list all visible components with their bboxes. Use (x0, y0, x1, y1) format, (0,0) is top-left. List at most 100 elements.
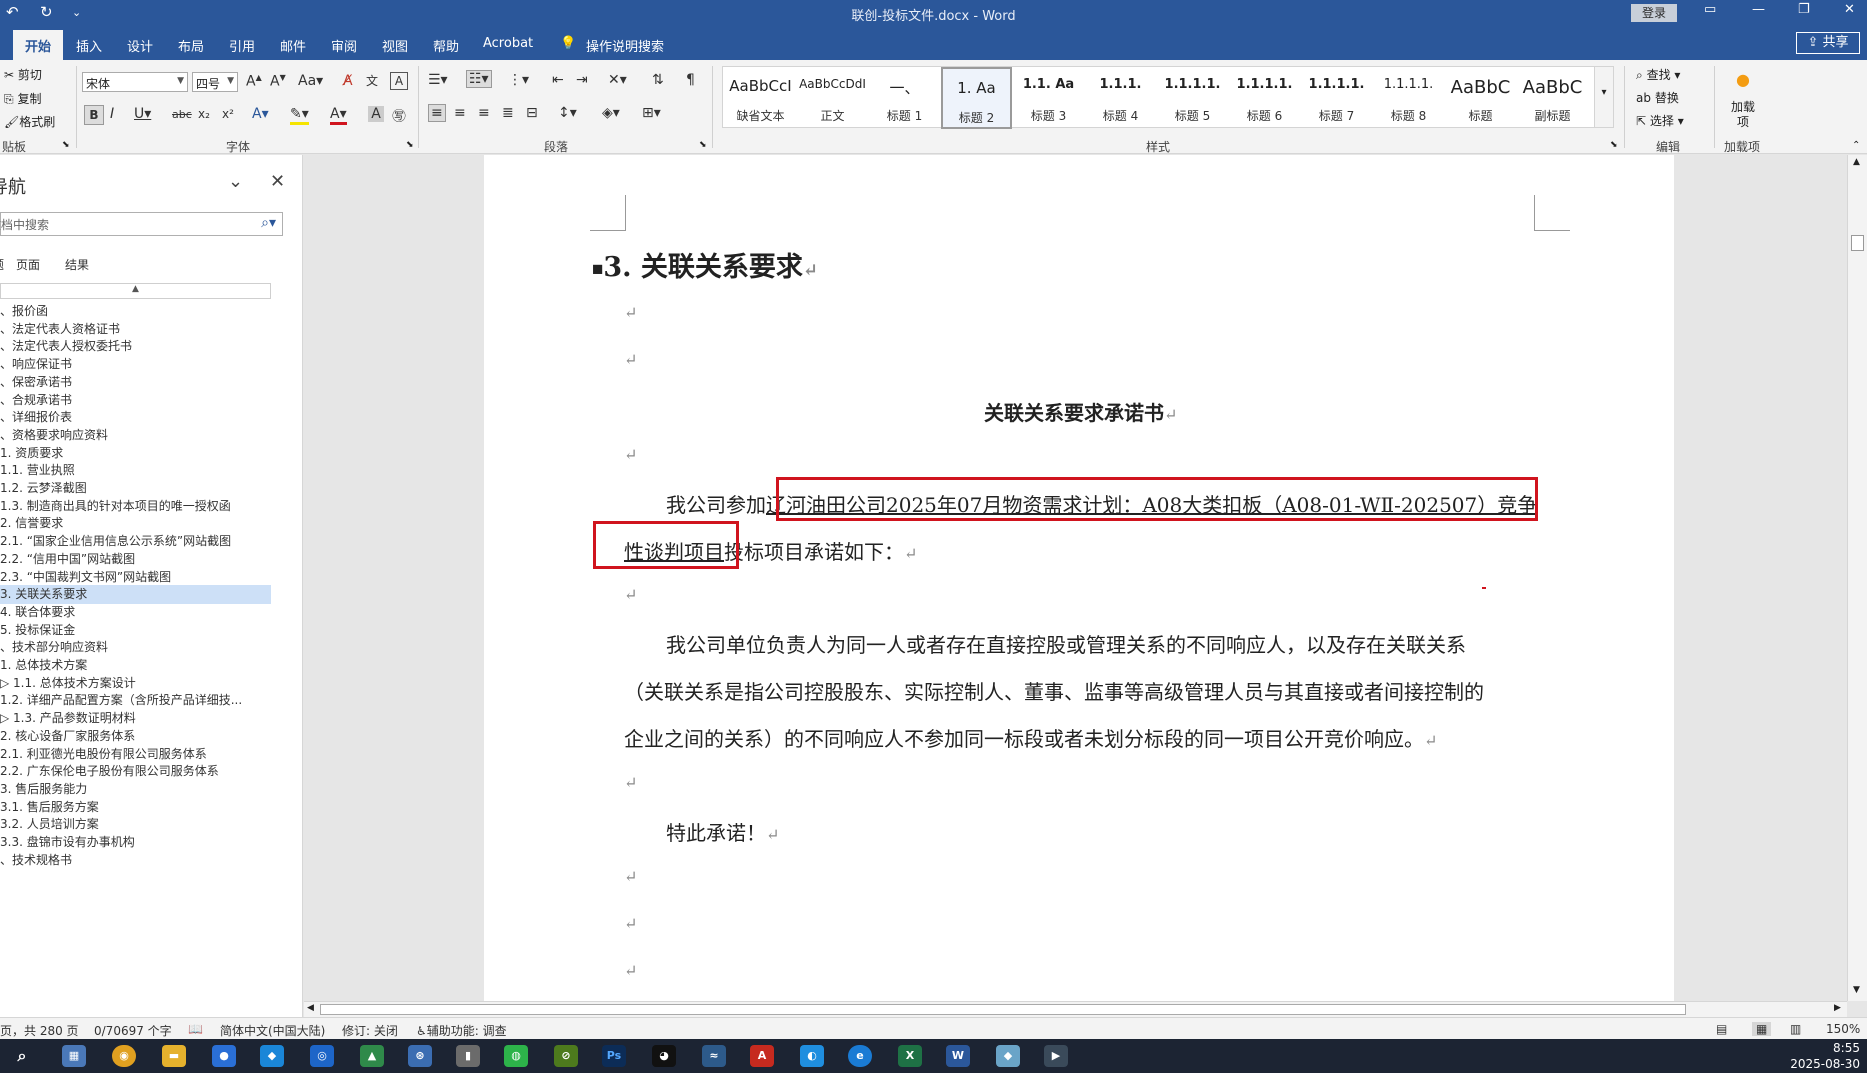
close-window-icon[interactable]: ✕ (1844, 2, 1855, 17)
vpn-icon[interactable]: ⊛ (408, 1045, 432, 1067)
align-left-icon[interactable]: ≡ (428, 104, 446, 122)
app-icon[interactable]: ▲ (360, 1045, 384, 1067)
photoshop-icon[interactable]: Ps (602, 1045, 626, 1067)
nav-heading-item[interactable]: 1.2. 云梦泽截图 (0, 479, 271, 498)
justify-icon[interactable]: ≣ (502, 105, 514, 121)
numbering-icon[interactable]: ☷▾ (466, 70, 492, 88)
style-default-text[interactable]: AaBbCcI 缺省文本 (725, 67, 796, 129)
nav-heading-item[interactable]: 2.2. “信用中国”网站截图 (0, 550, 271, 569)
nav-heading-item[interactable]: 、法定代表人授权委托书 (0, 337, 271, 356)
nav-heading-item[interactable]: 2. 核心设备厂家服务体系 (0, 727, 271, 746)
styles-more-icon[interactable]: ▾ (1594, 66, 1614, 128)
chevron-down-icon[interactable]: ⌄ (228, 171, 243, 192)
style-heading-3[interactable]: 1.1. Aa 标题 3 (1013, 67, 1084, 129)
app-icon[interactable]: ◆ (996, 1045, 1020, 1067)
restore-icon[interactable]: ❐ (1798, 2, 1810, 17)
language[interactable]: 简体中文(中国大陆) (220, 1022, 325, 1039)
tell-me-search[interactable]: 操作说明搜索 (586, 36, 664, 55)
nav-heading-item[interactable]: 2.3. “中国裁判文书网”网站截图 (0, 568, 271, 587)
excel-icon[interactable]: X (898, 1045, 922, 1067)
app-icon[interactable]: ⊘ (554, 1045, 578, 1067)
tab-insert[interactable]: 插入 (76, 36, 102, 55)
nav-heading-item[interactable]: 3.3. 盘锦市设有办事机构 (0, 833, 271, 852)
copy-button[interactable]: ⎘ 复制 (4, 90, 41, 107)
font-size-combo[interactable]: 四号 ▼ (192, 72, 238, 92)
line-spacing-icon[interactable]: ↕▾ (558, 105, 577, 121)
nav-tab-results[interactable]: 结果 (65, 256, 89, 273)
nav-heading-item[interactable]: 2. 信誉要求 (0, 514, 271, 533)
select-button[interactable]: ⇱ 选择 ▾ (1636, 112, 1684, 129)
track-changes-status[interactable]: 修订: 关闭 (342, 1022, 398, 1039)
scroll-left-icon[interactable]: ◀ (307, 1003, 314, 1013)
horizontal-scrollbar[interactable]: ◀ ▶ (304, 1001, 1847, 1017)
style-heading-1[interactable]: 一、 标题 1 (869, 67, 940, 129)
subscript-icon[interactable]: x₂ (198, 107, 210, 121)
accessibility-status[interactable]: ♿辅助功能: 调查 (416, 1022, 507, 1039)
addins-button-label[interactable]: 加载项 (1730, 100, 1756, 130)
nav-heading-item[interactable]: 1. 资质要求 (0, 444, 271, 463)
nav-heading-item[interactable]: 2.1. 利亚德光电股份有限公司服务体系 (0, 745, 271, 764)
edge-icon[interactable]: e (848, 1045, 872, 1067)
style-heading-8[interactable]: 1.1.1.1. 标题 8 (1373, 67, 1444, 129)
sort-icon[interactable]: ⇅ (652, 72, 664, 88)
strikethrough-icon[interactable]: abc (172, 108, 192, 121)
bold-icon[interactable]: B (84, 105, 104, 125)
tab-design[interactable]: 设计 (127, 36, 153, 55)
nav-heading-item[interactable]: 2.2. 广东保伦电子股份有限公司服务体系 (0, 762, 271, 781)
align-right-icon[interactable]: ≡ (478, 105, 490, 121)
style-heading-7[interactable]: 1.1.1.1. 标题 7 (1301, 67, 1372, 129)
cut-button[interactable]: ✂ 剪切 (4, 66, 42, 83)
nav-collapse-all-icon[interactable]: ▲ (0, 283, 271, 299)
nav-search-input[interactable]: 在文档中搜索 ⌕▾ (0, 212, 283, 236)
enclose-characters-icon[interactable]: ㊢ (392, 106, 406, 126)
multilevel-list-icon[interactable]: ⋮▾ (508, 72, 529, 88)
print-layout-icon[interactable]: ▦ (1752, 1022, 1772, 1036)
scrollbar-thumb[interactable] (320, 1004, 1686, 1015)
tab-view[interactable]: 视图 (382, 36, 408, 55)
nav-tab-headings[interactable]: 标题 (0, 256, 4, 273)
bullets-icon[interactable]: ☰▾ (428, 72, 448, 88)
app-icon[interactable]: ◐ (800, 1045, 824, 1067)
tab-home[interactable]: 开始 (13, 30, 64, 60)
scrollbar-thumb[interactable] (1851, 235, 1864, 251)
nav-heading-item[interactable]: 、合规承诺书 (0, 391, 271, 410)
grow-font-icon[interactable]: A▲ (246, 73, 262, 90)
borders-icon[interactable]: ⊞▾ (642, 105, 661, 121)
taskbar-time[interactable]: 8:55 (1790, 1041, 1860, 1055)
style-heading-2[interactable]: 1. Aa 标题 2 (941, 67, 1012, 129)
zoom-level[interactable]: 150% (1826, 1022, 1860, 1036)
proofing-icon[interactable]: 📖 (188, 1022, 203, 1036)
app-icon[interactable]: ◎ (310, 1045, 334, 1067)
font-name-combo[interactable]: 宋体 ▼ (82, 72, 188, 92)
style-heading-5[interactable]: 1.1.1.1. 标题 5 (1157, 67, 1228, 129)
tab-references[interactable]: 引用 (229, 36, 255, 55)
underline-icon[interactable]: U▾ (134, 106, 151, 122)
nav-tab-pages[interactable]: 页面 (16, 256, 40, 273)
nav-heading-item[interactable]: ▷ 1.1. 总体技术方案设计 (0, 674, 271, 693)
style-subtitle[interactable]: AaBbC 副标题 (1517, 67, 1588, 129)
asian-layout-icon[interactable]: ✕▾ (608, 72, 627, 88)
format-painter-button[interactable]: 🖌格式刷 (4, 113, 55, 130)
app-icon[interactable]: ≈ (702, 1045, 726, 1067)
text-effects-icon[interactable]: A▾ (252, 106, 269, 122)
nav-heading-item[interactable]: 4. 联合体要求 (0, 603, 271, 622)
nav-heading-item[interactable]: ▷ 1.3. 产品参数证明材料 (0, 709, 271, 728)
nav-heading-item[interactable]: 、技术部分响应资料 (0, 638, 271, 657)
nav-heading-item[interactable]: 1. 总体技术方案 (0, 656, 271, 675)
nav-heading-item[interactable]: 2.1. “国家企业信用信息公示系统”网站截图 (0, 532, 271, 551)
web-layout-icon[interactable]: ▥ (1790, 1022, 1801, 1036)
app-icon[interactable]: ▶ (1044, 1045, 1068, 1067)
nav-heading-item[interactable]: 1.3. 制造商出具的针对本项目的唯一授权函 (0, 497, 271, 516)
shading-icon[interactable]: ◈▾ (602, 105, 620, 121)
character-shading-icon[interactable]: A (368, 106, 384, 122)
distributed-icon[interactable]: ⊟ (526, 105, 538, 121)
nav-heading-item[interactable]: 、法定代表人资格证书 (0, 320, 271, 339)
ribbon-display-options-icon[interactable]: ▭ (1704, 2, 1716, 17)
nav-heading-item[interactable]: 1.2. 详细产品配置方案（含所投产品详细技... (0, 691, 271, 710)
wechat-icon[interactable]: ◍ (504, 1045, 528, 1067)
close-icon[interactable]: ✕ (270, 171, 285, 192)
style-heading-6[interactable]: 1.1.1.1. 标题 6 (1229, 67, 1300, 129)
search-icon[interactable]: ⌕▾ (261, 215, 276, 231)
tab-mailings[interactable]: 邮件 (280, 36, 306, 55)
clipboard-launcher-icon[interactable]: ⬊ (62, 140, 70, 150)
